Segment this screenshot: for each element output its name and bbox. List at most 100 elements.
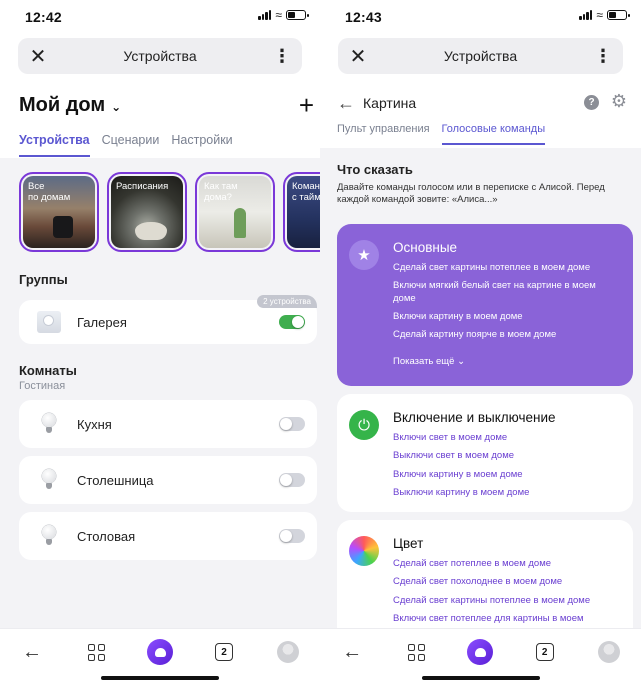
device-name: Столовая — [77, 528, 136, 544]
device-tabs: Пульт управления Голосовые команды — [337, 123, 546, 145]
browser-bar: ✕ Устройства ⋮ — [338, 38, 623, 74]
story-timer-commands[interactable]: Команды с таймером — [283, 172, 320, 252]
command-item[interactable]: Включи картину в моем доме — [393, 311, 621, 323]
card-title: Цвет — [393, 536, 424, 551]
tab-settings[interactable]: Настройки — [171, 133, 232, 157]
story-label: Как там дома? — [204, 181, 238, 203]
arrow-left-icon: ← — [22, 640, 42, 663]
command-item[interactable]: Сделай свет похолоднее в моем доме — [393, 576, 621, 588]
star-icon: ★ — [349, 240, 379, 270]
add-device-button[interactable]: + — [299, 90, 314, 121]
help-icon[interactable]: ? — [584, 95, 599, 110]
device-count-badge: 2 устройства — [257, 295, 317, 308]
grid-icon — [87, 643, 105, 661]
command-item[interactable]: Выключи картину в моем доме — [393, 487, 621, 499]
bulb-icon — [42, 525, 56, 547]
tabs-count: 2 — [215, 643, 233, 661]
chevron-down-icon: ⌄ — [111, 99, 122, 114]
home-title: Мой дом — [19, 94, 106, 116]
device-card-countertop[interactable]: Столешница — [19, 456, 317, 504]
command-list: Сделай свет картины потеплее в моем доме… — [393, 262, 621, 348]
section-heading: Что сказать — [337, 162, 413, 177]
grid-icon — [407, 643, 425, 661]
device-toggle[interactable] — [279, 417, 305, 431]
tab-scenarios[interactable]: Сценарии — [102, 133, 160, 157]
tabs-count: 2 — [535, 643, 554, 661]
back-button[interactable]: ← — [10, 639, 54, 665]
command-list: Включи свет в моем доме Выключи свет в м… — [393, 432, 621, 505]
command-item[interactable]: Включи мягкий белый свет на картине в мо… — [393, 280, 621, 305]
groups-title: Группы — [19, 272, 68, 287]
back-button[interactable]: ← — [330, 639, 374, 665]
story-label: Команды с таймером — [292, 181, 320, 203]
alice-button[interactable] — [458, 639, 502, 665]
close-icon[interactable]: ✕ — [338, 44, 378, 69]
command-item[interactable]: Выключи свет в моем доме — [393, 450, 621, 462]
device-toggle[interactable] — [279, 529, 305, 543]
command-item[interactable]: Сделай свет картины потеплее в моем доме — [393, 595, 621, 607]
status-icons: ≈ — [258, 8, 309, 22]
bulb-icon — [42, 413, 56, 435]
profile-button[interactable] — [587, 639, 631, 665]
status-bar: 12:43 ≈ — [320, 0, 641, 32]
tabs-button[interactable]: 2 — [202, 639, 246, 665]
group-card-gallery[interactable]: 2 устройства Галерея — [19, 295, 317, 344]
card-title: Включение и выключение — [393, 410, 556, 425]
left-screen: 12:42 ≈ ✕ Устройства ⋮ Мой дом ⌄ + Устро… — [0, 0, 320, 686]
device-name: Столешница — [77, 472, 154, 488]
device-card-kitchen[interactable]: Кухня — [19, 400, 317, 448]
device-title: Картина — [363, 95, 417, 111]
tabs-button[interactable]: 2 — [523, 639, 567, 665]
device-toggle[interactable] — [279, 473, 305, 487]
status-time: 12:43 — [345, 9, 382, 25]
right-screen: 12:43 ≈ ✕ Устройства ⋮ ← Картина ? ⚙ Пул… — [320, 0, 641, 686]
more-menu-icon[interactable]: ⋮ — [262, 47, 302, 65]
wifi-icon: ≈ — [275, 8, 282, 22]
story-all-homes[interactable]: Все по домам — [19, 172, 99, 252]
group-toggle[interactable] — [279, 315, 305, 329]
bulb-icon — [42, 469, 56, 491]
device-card-dining[interactable]: Столовая — [19, 512, 317, 560]
services-button[interactable] — [394, 639, 438, 665]
show-more-label: Показать ещё — [393, 356, 455, 367]
status-time: 12:42 — [25, 9, 62, 25]
browser-bar: ✕ Устройства ⋮ — [18, 38, 302, 74]
back-arrow-icon[interactable]: ← — [337, 93, 355, 114]
command-item[interactable]: Сделай свет картины потеплее в моем доме — [393, 262, 621, 274]
command-item[interactable]: Сделай картину поярче в моем доме — [393, 329, 621, 341]
story-label: Все по домам — [28, 181, 71, 203]
command-item[interactable]: Включи свет в моем доме — [393, 432, 621, 444]
group-name: Галерея — [77, 314, 127, 330]
wifi-icon: ≈ — [596, 8, 603, 22]
chevron-down-icon: ⌄ — [457, 356, 466, 367]
show-more-button[interactable]: Показать ещё ⌄ — [393, 356, 465, 367]
status-icons: ≈ — [579, 8, 630, 22]
more-menu-icon[interactable]: ⋮ — [583, 47, 623, 65]
gear-icon[interactable]: ⚙ — [611, 91, 627, 112]
command-item[interactable]: Сделай свет потеплее в моем доме — [393, 558, 621, 570]
stories-row: Все по домам Расписания Как там дома? Ко… — [19, 172, 320, 252]
command-list: Сделай свет потеплее в моем доме Сделай … — [393, 558, 621, 631]
story-label: Расписания — [116, 181, 169, 192]
alice-icon — [467, 639, 494, 665]
profile-button[interactable] — [266, 639, 310, 665]
services-button[interactable] — [74, 639, 118, 665]
tab-remote-control[interactable]: Пульт управления — [337, 123, 430, 145]
story-how-is-home[interactable]: Как там дома? — [195, 172, 275, 252]
palette-icon — [349, 536, 379, 566]
browser-title: Устройства — [443, 48, 518, 64]
avatar — [277, 641, 299, 663]
commands-card-power: ⏻ Включение и выключение Включи свет в м… — [337, 394, 633, 512]
story-schedules[interactable]: Расписания — [107, 172, 187, 252]
home-selector[interactable]: Мой дом ⌄ — [19, 94, 121, 117]
tab-voice-commands[interactable]: Голосовые команды — [441, 123, 546, 145]
alice-button[interactable] — [138, 639, 182, 665]
signal-icon — [579, 10, 593, 20]
tab-devices[interactable]: Устройства — [19, 133, 90, 157]
command-item[interactable]: Включи свет потеплее для картины в моем — [393, 613, 621, 625]
command-item[interactable]: Включи картину в моем доме — [393, 469, 621, 481]
browser-title: Устройства — [123, 48, 197, 64]
home-tabs: Устройства Сценарии Настройки — [19, 133, 233, 157]
room-subtitle: Гостиная — [19, 380, 66, 392]
close-icon[interactable]: ✕ — [18, 44, 58, 69]
